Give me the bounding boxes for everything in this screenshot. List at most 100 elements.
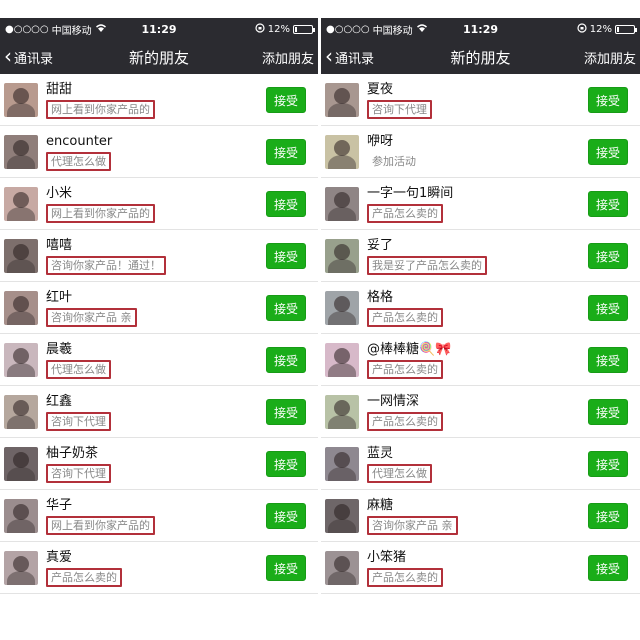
contact-name: 麻糖 bbox=[367, 497, 394, 513]
friend-request-row[interactable]: 一字一句1瞬间 产品怎么卖的 接受 bbox=[321, 178, 640, 230]
request-message: 网上看到你家产品的 bbox=[46, 99, 155, 119]
chevron-left-icon: ‹ bbox=[325, 44, 333, 68]
friend-request-row[interactable]: @棒棒糖🍭🎀 产品怎么卖的 接受 bbox=[321, 334, 640, 386]
friend-request-row[interactable]: 咿呀 参加活动 接受 bbox=[321, 126, 640, 178]
carrier-label: 中国移动 bbox=[372, 25, 413, 37]
avatar bbox=[325, 394, 359, 429]
accept-button[interactable]: 接受 bbox=[266, 295, 306, 321]
accept-button[interactable]: 接受 bbox=[266, 451, 306, 477]
accept-button[interactable]: 接受 bbox=[588, 191, 628, 217]
phone-screen-right: ●○○○○ 中国移动 11:29 12% ‹ 通讯录 新的朋友 添加朋友 夏夜咨… bbox=[321, 18, 640, 622]
back-button[interactable]: ‹ 通讯录 bbox=[325, 44, 374, 68]
avatar bbox=[325, 82, 359, 117]
friend-request-row[interactable]: 柚子奶茶 咨询下代理 接受 bbox=[0, 438, 318, 490]
accept-button[interactable]: 接受 bbox=[588, 555, 628, 581]
friend-request-row[interactable]: 蓝灵 代理怎么做 接受 bbox=[321, 438, 640, 490]
accept-button[interactable]: 接受 bbox=[588, 139, 628, 165]
avatar bbox=[325, 238, 359, 273]
request-text: 柚子奶茶 咨询下代理 bbox=[46, 445, 111, 483]
accept-button[interactable]: 接受 bbox=[588, 87, 628, 113]
request-text: 咿呀 参加活动 bbox=[367, 133, 421, 171]
friend-request-row[interactable]: 晨羲 代理怎么做 接受 bbox=[0, 334, 318, 386]
contact-name: 真爱 bbox=[46, 549, 73, 565]
contact-name: 嘻嘻 bbox=[46, 237, 73, 253]
contact-name: 咿呀 bbox=[367, 133, 394, 149]
friend-request-row[interactable]: 麻糖 咨询你家产品 亲 接受 bbox=[321, 490, 640, 542]
request-text: 小笨猪 产品怎么卖的 bbox=[367, 549, 443, 587]
accept-button[interactable]: 接受 bbox=[588, 243, 628, 269]
request-text: 甜甜 网上看到你家产品的 bbox=[46, 81, 155, 119]
request-text: 华子网上看到你家产品的 bbox=[46, 497, 155, 535]
accept-button[interactable]: 接受 bbox=[266, 503, 306, 529]
accept-button[interactable]: 接受 bbox=[588, 503, 628, 529]
contact-name: 格格 bbox=[367, 289, 394, 305]
request-message: 我是妥了产品怎么卖的 bbox=[367, 255, 487, 275]
wifi-icon bbox=[95, 23, 107, 35]
navigation-bar: ‹ 通讯录 新的朋友 添加朋友 bbox=[0, 40, 318, 74]
friend-request-row[interactable]: 甜甜 网上看到你家产品的 接受 bbox=[0, 74, 318, 126]
request-message: 代理怎么做 bbox=[46, 151, 111, 171]
back-button[interactable]: ‹ 通讯录 bbox=[4, 46, 53, 67]
carrier-label: 中国移动 bbox=[51, 25, 92, 37]
request-message: 网上看到你家产品的 bbox=[46, 203, 155, 223]
friend-request-row[interactable]: 红叶 咨询你家产品 亲 接受 bbox=[0, 282, 318, 334]
add-friend-button[interactable]: 添加朋友 bbox=[262, 48, 314, 67]
request-text: 小米网上看到你家产品的 bbox=[46, 185, 155, 223]
request-text: @棒棒糖🍭🎀 产品怎么卖的 bbox=[367, 341, 451, 379]
accept-button[interactable]: 接受 bbox=[266, 555, 306, 581]
avatar bbox=[4, 186, 38, 221]
battery-icon bbox=[293, 24, 315, 34]
request-message: 网上看到你家产品的 bbox=[46, 515, 155, 535]
contact-name: 华子 bbox=[46, 497, 73, 513]
rotation-lock-icon bbox=[577, 22, 587, 36]
contact-name: encounter bbox=[46, 133, 113, 149]
accept-button[interactable]: 接受 bbox=[588, 451, 628, 477]
contact-name: 小笨猪 bbox=[367, 549, 407, 565]
contact-name: 小米 bbox=[46, 185, 73, 201]
battery-percent: 12% bbox=[589, 23, 612, 35]
accept-button[interactable]: 接受 bbox=[588, 347, 628, 373]
request-message: 咨询你家产品 亲 bbox=[46, 307, 137, 327]
contact-name: 晨羲 bbox=[46, 341, 73, 357]
friend-request-row[interactable]: 红鑫咨询下代理 接受 bbox=[0, 386, 318, 438]
wifi-icon bbox=[416, 23, 428, 35]
request-message: 咨询下代理 bbox=[46, 463, 111, 483]
friend-request-row[interactable]: encounter 代理怎么做 接受 bbox=[0, 126, 318, 178]
friend-request-row[interactable]: 小米网上看到你家产品的 接受 bbox=[0, 178, 318, 230]
friend-request-row[interactable]: 妥了 我是妥了产品怎么卖的 接受 bbox=[321, 230, 640, 282]
add-friend-button[interactable]: 添加朋友 bbox=[584, 48, 636, 67]
signal-dots-icon: ●○○○○ bbox=[5, 23, 49, 35]
friend-request-row[interactable]: 华子网上看到你家产品的 接受 bbox=[0, 490, 318, 542]
avatar bbox=[4, 342, 38, 377]
request-message: 咨询下代理 bbox=[46, 411, 111, 431]
accept-button[interactable]: 接受 bbox=[266, 139, 306, 165]
request-message: 咨询你家产品！通过！ bbox=[46, 255, 166, 275]
contact-name: 夏夜 bbox=[367, 81, 394, 97]
accept-button[interactable]: 接受 bbox=[266, 87, 306, 113]
request-text: 一网情深 产品怎么卖的 bbox=[367, 393, 443, 431]
request-text: 妥了 我是妥了产品怎么卖的 bbox=[367, 237, 487, 275]
request-message: 产品怎么卖的 bbox=[367, 411, 443, 431]
navigation-bar: ‹ 通讯录 新的朋友 添加朋友 bbox=[321, 40, 640, 74]
friend-request-row[interactable]: 真爱 产品怎么卖的 接受 bbox=[0, 542, 318, 594]
avatar bbox=[4, 394, 38, 429]
request-text: 蓝灵 代理怎么做 bbox=[367, 445, 432, 483]
accept-button[interactable]: 接受 bbox=[266, 347, 306, 373]
avatar bbox=[325, 290, 359, 325]
friend-request-row[interactable]: 夏夜 咨询下代理 接受 bbox=[321, 74, 640, 126]
accept-button[interactable]: 接受 bbox=[588, 399, 628, 425]
contact-name: 红鑫 bbox=[46, 393, 73, 409]
request-message: 产品怎么卖的 bbox=[367, 359, 443, 379]
avatar bbox=[325, 342, 359, 377]
accept-button[interactable]: 接受 bbox=[588, 295, 628, 321]
friend-request-row[interactable]: 小笨猪 产品怎么卖的 接受 bbox=[321, 542, 640, 594]
friend-request-row[interactable]: 嘻嘻咨询你家产品！通过！ 接受 bbox=[0, 230, 318, 282]
accept-button[interactable]: 接受 bbox=[266, 399, 306, 425]
accept-button[interactable]: 接受 bbox=[266, 191, 306, 217]
friend-request-row[interactable]: 格格 产品怎么卖的 接受 bbox=[321, 282, 640, 334]
contact-name: @棒棒糖🍭🎀 bbox=[367, 341, 452, 357]
friend-request-row[interactable]: 一网情深 产品怎么卖的 接受 bbox=[321, 386, 640, 438]
contact-name: 一字一句1瞬间 bbox=[367, 185, 454, 201]
battery-level bbox=[617, 26, 619, 32]
accept-button[interactable]: 接受 bbox=[266, 243, 306, 269]
